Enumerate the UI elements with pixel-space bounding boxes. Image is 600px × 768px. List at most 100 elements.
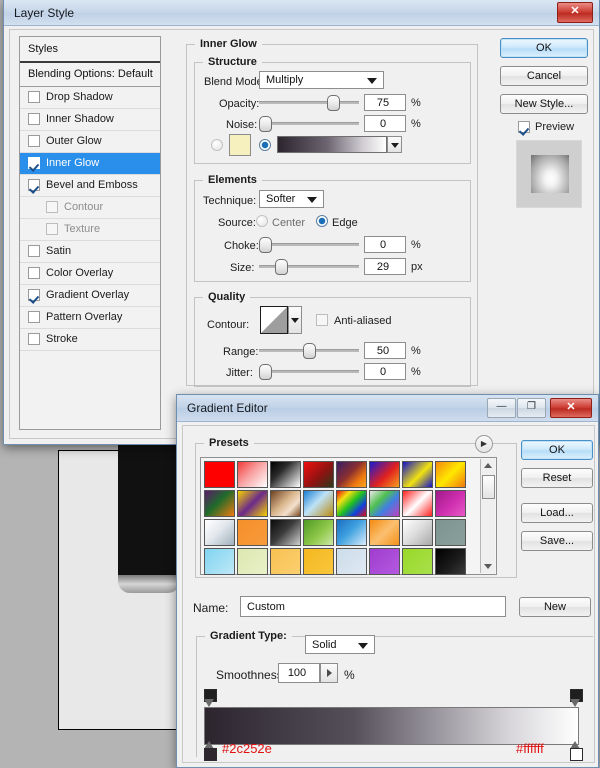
style-checkbox[interactable] bbox=[28, 311, 40, 323]
presets-scrollbar[interactable] bbox=[480, 459, 495, 573]
glow-color-swatch[interactable] bbox=[229, 134, 251, 156]
preset-swatch[interactable] bbox=[336, 461, 367, 488]
preset-swatch[interactable] bbox=[270, 548, 301, 575]
preset-swatch[interactable] bbox=[303, 519, 334, 546]
style-checkbox[interactable] bbox=[28, 333, 40, 345]
opacity-stop-right[interactable] bbox=[569, 689, 583, 708]
choke-input[interactable]: 0 bbox=[364, 236, 406, 253]
fill-gradient-radio[interactable] bbox=[259, 139, 271, 151]
glow-gradient-swatch[interactable] bbox=[277, 136, 387, 153]
style-checkbox[interactable] bbox=[28, 179, 40, 191]
gradient-type-combo[interactable]: Solid bbox=[305, 635, 375, 654]
jitter-slider-thumb[interactable] bbox=[259, 364, 272, 380]
preset-swatch[interactable] bbox=[336, 519, 367, 546]
blend-mode-combo[interactable]: Multiply bbox=[259, 71, 384, 89]
preset-swatch[interactable] bbox=[402, 490, 433, 517]
preset-swatch[interactable] bbox=[369, 490, 400, 517]
noise-slider[interactable] bbox=[259, 116, 359, 132]
style-checkbox[interactable] bbox=[46, 223, 58, 235]
style-row-drop-shadow[interactable]: Drop Shadow bbox=[20, 87, 160, 109]
preset-swatch[interactable] bbox=[204, 490, 235, 517]
jitter-input[interactable]: 0 bbox=[364, 363, 406, 380]
preset-swatch[interactable] bbox=[270, 461, 301, 488]
maximize-icon[interactable]: ❐ bbox=[517, 398, 546, 418]
contour-swatch[interactable] bbox=[260, 306, 288, 334]
scroll-up-button[interactable] bbox=[481, 459, 495, 473]
fill-color-radio[interactable] bbox=[211, 139, 223, 151]
style-checkbox[interactable] bbox=[28, 91, 40, 103]
preset-swatch[interactable] bbox=[237, 519, 268, 546]
preview-checkbox[interactable] bbox=[518, 121, 530, 133]
color-stop-left[interactable] bbox=[203, 741, 217, 761]
opacity-slider-thumb[interactable] bbox=[327, 95, 340, 111]
gradient-reset-button[interactable]: Reset bbox=[521, 468, 593, 488]
preset-swatch[interactable] bbox=[369, 519, 400, 546]
styles-list[interactable]: Styles Blending Options: Default Drop Sh… bbox=[19, 36, 161, 430]
style-row-stroke[interactable]: Stroke bbox=[20, 329, 160, 351]
source-center-radio[interactable] bbox=[256, 215, 268, 227]
style-row-satin[interactable]: Satin bbox=[20, 241, 160, 263]
choke-slider[interactable] bbox=[259, 237, 359, 253]
presets-scroll-thumb[interactable] bbox=[482, 475, 495, 499]
style-checkbox[interactable] bbox=[28, 289, 40, 301]
cancel-button[interactable]: Cancel bbox=[500, 66, 588, 86]
style-row-inner-shadow[interactable]: Inner Shadow bbox=[20, 109, 160, 131]
preset-swatch[interactable] bbox=[303, 461, 334, 488]
gradient-ok-button[interactable]: OK bbox=[521, 440, 593, 460]
preset-swatch[interactable] bbox=[237, 548, 268, 575]
style-checkbox[interactable] bbox=[28, 135, 40, 147]
preset-swatch[interactable] bbox=[237, 490, 268, 517]
minimize-icon[interactable]: — bbox=[487, 398, 516, 418]
close-icon[interactable]: ✕ bbox=[550, 398, 592, 418]
gradient-preview-bar[interactable] bbox=[204, 707, 579, 745]
preset-swatch[interactable] bbox=[369, 548, 400, 575]
style-row-texture[interactable]: Texture bbox=[20, 219, 160, 241]
range-slider[interactable] bbox=[259, 343, 359, 359]
smoothness-stepper-button[interactable] bbox=[320, 663, 338, 683]
presets-menu-button[interactable]: ▶ bbox=[475, 435, 493, 453]
style-row-gradient-overlay[interactable]: Gradient Overlay bbox=[20, 285, 160, 307]
preset-swatch[interactable] bbox=[435, 519, 466, 546]
noise-slider-thumb[interactable] bbox=[259, 116, 272, 132]
contour-dropdown-button[interactable] bbox=[288, 306, 302, 334]
style-checkbox[interactable] bbox=[28, 113, 40, 125]
preset-swatch[interactable] bbox=[336, 490, 367, 517]
gradient-load-button[interactable]: Load... bbox=[521, 503, 593, 523]
style-checkbox[interactable] bbox=[28, 267, 40, 279]
preset-swatch[interactable] bbox=[435, 490, 466, 517]
blending-options-row[interactable]: Blending Options: Default bbox=[20, 63, 160, 87]
size-slider-thumb[interactable] bbox=[275, 259, 288, 275]
ok-button[interactable]: OK bbox=[500, 38, 588, 58]
jitter-slider[interactable] bbox=[259, 364, 359, 380]
range-input[interactable]: 50 bbox=[364, 342, 406, 359]
opacity-slider[interactable] bbox=[259, 95, 359, 111]
range-slider-thumb[interactable] bbox=[303, 343, 316, 359]
style-row-pattern-overlay[interactable]: Pattern Overlay bbox=[20, 307, 160, 329]
smoothness-input[interactable]: 100 bbox=[278, 663, 320, 683]
style-row-color-overlay[interactable]: Color Overlay bbox=[20, 263, 160, 285]
style-row-contour[interactable]: Contour bbox=[20, 197, 160, 219]
gradient-save-button[interactable]: Save... bbox=[521, 531, 593, 551]
preset-swatch[interactable] bbox=[303, 548, 334, 575]
gradient-editor-titlebar[interactable]: Gradient Editor — ❐ ✕ bbox=[177, 395, 598, 422]
choke-slider-thumb[interactable] bbox=[259, 237, 272, 253]
preset-swatch-grid[interactable] bbox=[200, 457, 497, 575]
preset-swatch[interactable] bbox=[270, 519, 301, 546]
style-checkbox[interactable] bbox=[28, 157, 40, 169]
preset-swatch[interactable] bbox=[435, 548, 466, 575]
preset-swatch[interactable] bbox=[402, 519, 433, 546]
style-row-inner-glow[interactable]: Inner Glow bbox=[20, 153, 160, 175]
scroll-down-button[interactable] bbox=[481, 559, 495, 573]
new-style-button[interactable]: New Style... bbox=[500, 94, 588, 114]
technique-combo[interactable]: Softer bbox=[259, 190, 324, 208]
preset-swatch[interactable] bbox=[369, 461, 400, 488]
source-edge-radio[interactable] bbox=[316, 215, 328, 227]
anti-aliased-checkbox[interactable] bbox=[316, 314, 328, 326]
size-input[interactable]: 29 bbox=[364, 258, 406, 275]
style-row-outer-glow[interactable]: Outer Glow bbox=[20, 131, 160, 153]
preset-swatch[interactable] bbox=[435, 461, 466, 488]
noise-input[interactable]: 0 bbox=[364, 115, 406, 132]
size-slider[interactable] bbox=[259, 259, 359, 275]
color-stop-right[interactable] bbox=[569, 741, 583, 761]
preset-swatch[interactable] bbox=[402, 461, 433, 488]
